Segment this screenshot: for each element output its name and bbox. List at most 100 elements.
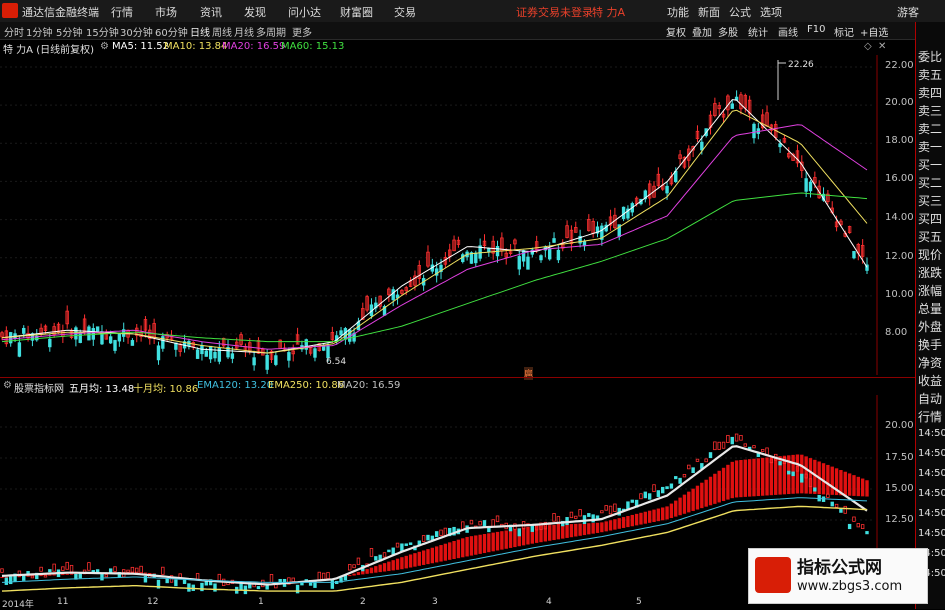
tab-multi-period[interactable]: 多周期	[256, 24, 286, 39]
indicator-bar	[752, 458, 756, 497]
login-warning[interactable]: 证券交易未登录	[516, 4, 593, 20]
indicator-bar	[726, 464, 730, 500]
tab-5min[interactable]: 5分钟	[56, 24, 82, 39]
indicator-bars	[0, 454, 869, 579]
candlesticks	[0, 60, 869, 375]
mark-button[interactable]: 标记	[834, 24, 854, 39]
indicator-candle	[426, 534, 430, 541]
candle-body	[313, 348, 317, 358]
indicator-candle	[608, 505, 613, 515]
indicator-bar	[661, 507, 665, 521]
indicator-bar	[513, 529, 517, 548]
indicator-bar	[674, 500, 678, 517]
menu-item-discover[interactable]: 发现	[244, 4, 266, 20]
indicator-bar	[639, 512, 643, 525]
candle-body	[130, 340, 135, 346]
menu-item-news[interactable]: 资讯	[200, 4, 222, 20]
quote-label: 卖二	[918, 122, 943, 136]
indicator-candle	[291, 577, 295, 582]
indicator-bar	[756, 458, 761, 497]
ten-month-legend: 十月均: 10.86	[133, 384, 199, 395]
indicator-bar	[613, 519, 617, 530]
moving-average-lines	[1, 99, 868, 354]
indicator-bar	[556, 524, 561, 540]
time-tick: 12	[147, 597, 159, 607]
indicator-bar	[143, 572, 148, 574]
indicator-bar	[526, 526, 530, 545]
menu-item-new-page[interactable]: 新面	[698, 4, 720, 20]
indicator-candle	[369, 548, 374, 557]
settings-icon[interactable]: ⚙	[3, 380, 12, 391]
quote-label: 买三	[918, 194, 943, 208]
tab-daily[interactable]: 日线	[190, 24, 210, 39]
indicator-candle	[717, 441, 721, 450]
candle-body	[808, 181, 813, 192]
ma-line-ma10	[1, 109, 868, 354]
indicator-bar	[617, 518, 621, 529]
menu-item-quotes[interactable]: 行情	[111, 4, 133, 20]
overlay-button[interactable]: 叠加	[692, 24, 712, 39]
tab-30min[interactable]: 30分钟	[120, 24, 153, 39]
indicator-candle	[826, 493, 830, 498]
indicator-candle	[517, 528, 521, 537]
indicator-bar	[17, 576, 22, 578]
indicator-candle	[256, 586, 261, 590]
tab-60min[interactable]: 60分钟	[155, 24, 188, 39]
quote-label: 买二	[918, 176, 943, 190]
ma20-legend: MA20: 16.59	[222, 41, 286, 52]
close-icon[interactable]: ✕	[878, 41, 886, 52]
candle-body	[517, 256, 521, 270]
indicator-candle	[487, 527, 491, 533]
auto-quote-tab[interactable]: 行情	[918, 408, 942, 425]
tab-intraday[interactable]: 分时	[4, 24, 24, 39]
guest-label[interactable]: 游客	[897, 4, 919, 20]
restore-rights-button[interactable]: 复权	[666, 24, 686, 39]
candle-body	[287, 352, 291, 361]
ema120-legend: EMA120: 13.20	[197, 380, 274, 391]
auto-quote-tab[interactable]: 自动	[918, 390, 942, 407]
indicator-candle	[326, 572, 330, 579]
candle-body	[156, 345, 161, 361]
candle-body	[48, 338, 52, 348]
statistics-button[interactable]: 统计	[748, 24, 768, 39]
draw-line-button[interactable]: 画线	[778, 24, 798, 39]
menu-item-function[interactable]: 功能	[667, 4, 689, 20]
ma20-legend: MA20: 16.59	[337, 380, 401, 391]
tab-1min[interactable]: 1分钟	[26, 24, 52, 39]
menu-item-ask[interactable]: 问小达	[288, 4, 321, 20]
multi-stock-button[interactable]: 多股	[718, 24, 738, 39]
indicator-candle	[569, 511, 574, 519]
tab-weekly[interactable]: 周线	[212, 24, 232, 39]
indicator-candle	[439, 529, 443, 536]
indicator-candle	[578, 509, 582, 517]
menu-item-market[interactable]: 市场	[155, 4, 177, 20]
indicator-bar	[456, 539, 461, 559]
indicator-candle	[495, 515, 500, 523]
menu-item-trade[interactable]: 交易	[394, 4, 416, 20]
tab-15min[interactable]: 15分钟	[86, 24, 119, 39]
price-chart[interactable]	[0, 55, 915, 375]
indicator-candle	[678, 477, 682, 484]
settings-icon[interactable]: ⚙	[100, 41, 109, 52]
add-favorite-button[interactable]: +自选	[860, 24, 888, 39]
app-logo	[2, 3, 18, 18]
menu-item-wealth[interactable]: 财富圈	[340, 4, 373, 20]
indicator-candle	[787, 470, 791, 475]
candle-body	[526, 256, 530, 270]
f10-button[interactable]: F10	[807, 24, 825, 35]
expand-icon[interactable]: ◇	[864, 41, 872, 52]
candle-body	[78, 332, 82, 343]
tab-monthly[interactable]: 月线	[234, 24, 254, 39]
menu-item-formula[interactable]: 公式	[729, 4, 751, 20]
candle-body	[326, 345, 330, 359]
tab-more[interactable]: 更多	[292, 24, 312, 39]
indicator-bar	[495, 531, 500, 551]
indicator-candle	[743, 443, 747, 447]
menu-item-options[interactable]: 选项	[760, 4, 782, 20]
indicator-candle	[408, 542, 413, 545]
quote-label: 收益	[918, 374, 943, 388]
time-tick: 2	[360, 597, 366, 607]
candle-body	[321, 345, 326, 351]
indicator-bar	[582, 523, 587, 536]
indicator-bar	[765, 457, 769, 496]
